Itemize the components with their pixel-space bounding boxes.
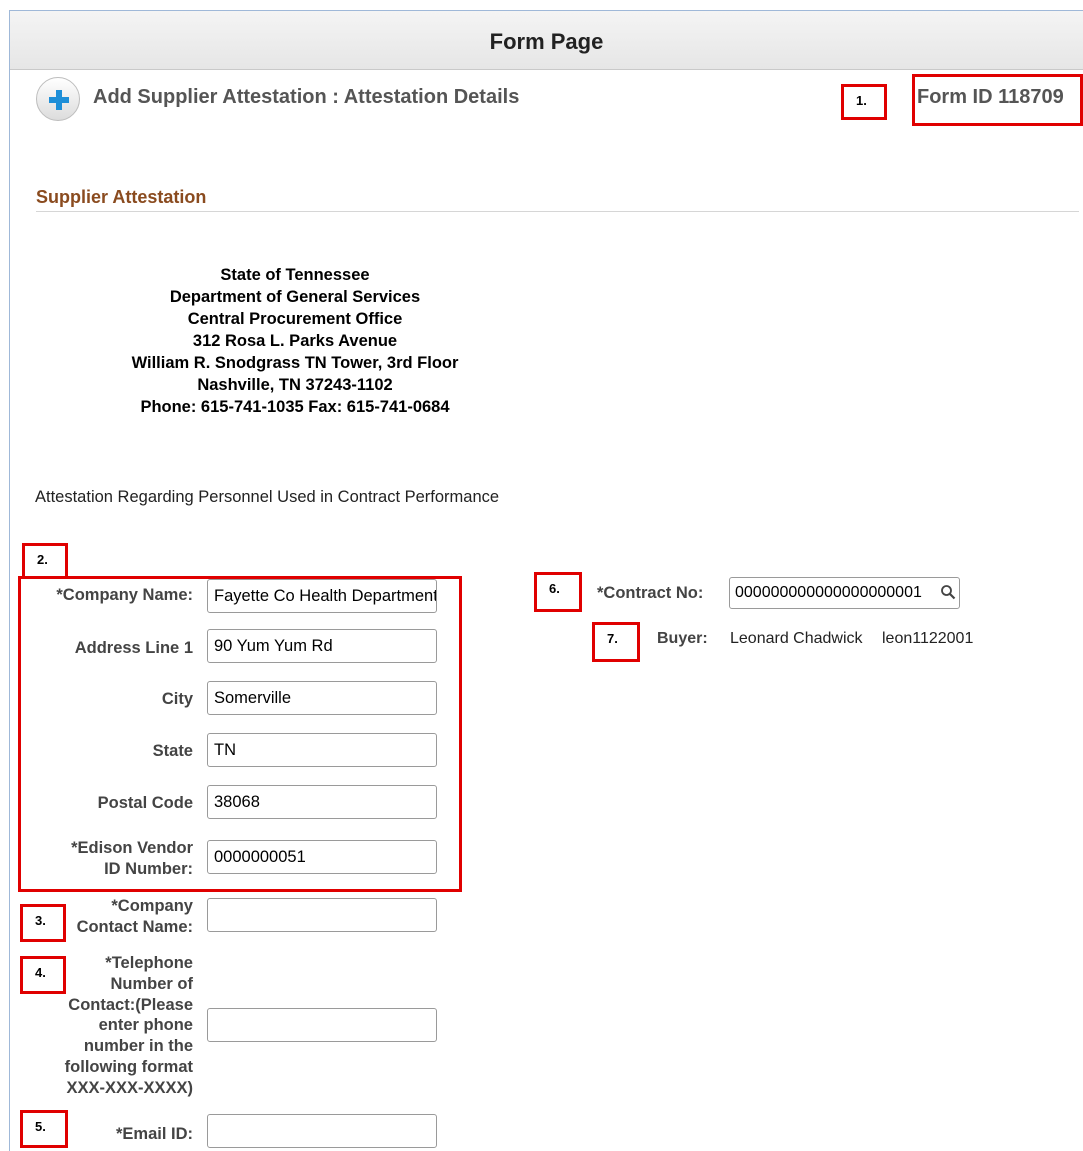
address-line: Department of General Services xyxy=(169,288,421,306)
email-label: *Email ID: xyxy=(115,1125,193,1143)
annotation-label-7: 7. xyxy=(592,622,640,662)
address-line: Nashville, TN 37243-1102 xyxy=(197,376,393,394)
telephone-label-line: enter phone xyxy=(98,1016,193,1035)
annotation-box-company-info xyxy=(18,576,462,892)
telephone-label-line: Contact:(Please xyxy=(68,995,193,1014)
telephone-label-line: number in the xyxy=(83,1037,193,1056)
contract-no-label: *Contract No: xyxy=(597,584,704,602)
intro-text: Attestation Regarding Personnel Used in … xyxy=(35,488,500,506)
plus-icon xyxy=(49,90,69,110)
magnifier-icon[interactable] xyxy=(940,584,956,600)
annotation-label-4: 4. xyxy=(20,956,66,994)
annotation-number: 2. xyxy=(37,552,48,567)
address-line: 312 Rosa L. Parks Avenue xyxy=(192,332,398,350)
telephone-field[interactable] xyxy=(207,1008,437,1042)
section-title: Supplier Attestation xyxy=(36,187,207,207)
contract-no-field[interactable]: 000000000000000000001 xyxy=(729,577,960,609)
annotation-label-3: 3. xyxy=(20,904,66,942)
section-divider xyxy=(36,211,1079,212)
annotation-number: 7. xyxy=(607,631,618,646)
add-button[interactable] xyxy=(36,77,80,121)
address-line: William R. Snodgrass TN Tower, 3rd Floor xyxy=(131,354,459,372)
page-heading: Add Supplier Attestation : Attestation D… xyxy=(93,86,520,108)
address-line: Central Procurement Office xyxy=(187,310,403,328)
contact-name-label-line: Contact Name: xyxy=(76,917,193,936)
header-title: Form Page xyxy=(489,29,604,54)
annotation-label-1: 1. xyxy=(841,84,887,120)
address-block: State of Tennessee Department of General… xyxy=(60,264,530,418)
annotation-number: 1. xyxy=(856,93,867,108)
annotation-label-2: 2. xyxy=(22,543,68,579)
address-line: Phone: 615-741-1035 Fax: 615-741-0684 xyxy=(140,398,450,416)
contact-name-label-line: *Company xyxy=(111,897,193,915)
telephone-label: *Telephone Number of Contact:(Please ent… xyxy=(65,953,193,1099)
annotation-label-6: 6. xyxy=(534,572,582,612)
buyer-name: Leonard Chadwick xyxy=(730,630,863,647)
contact-name-field[interactable] xyxy=(207,898,437,932)
email-field[interactable] xyxy=(207,1114,437,1148)
annotation-label-5: 5. xyxy=(20,1110,68,1148)
annotation-number: 5. xyxy=(35,1119,46,1134)
annotation-number: 4. xyxy=(35,965,46,980)
buyer-id: leon1122001 xyxy=(882,630,974,647)
buyer-label: Buyer: xyxy=(657,630,708,647)
page-header: Form Page xyxy=(10,11,1083,70)
annotation-box-form-id xyxy=(912,74,1083,126)
annotation-number: 3. xyxy=(35,913,46,928)
telephone-label-line: Number of xyxy=(110,974,194,993)
telephone-label-line: *Telephone xyxy=(105,954,193,972)
telephone-label-line: XXX-XXX-XXXX) xyxy=(66,1078,193,1097)
annotation-number: 6. xyxy=(549,581,560,596)
telephone-label-line: following format xyxy=(64,1057,193,1076)
address-line: State of Tennessee xyxy=(220,266,370,284)
contact-name-label: *Company Contact Name: xyxy=(77,896,193,938)
